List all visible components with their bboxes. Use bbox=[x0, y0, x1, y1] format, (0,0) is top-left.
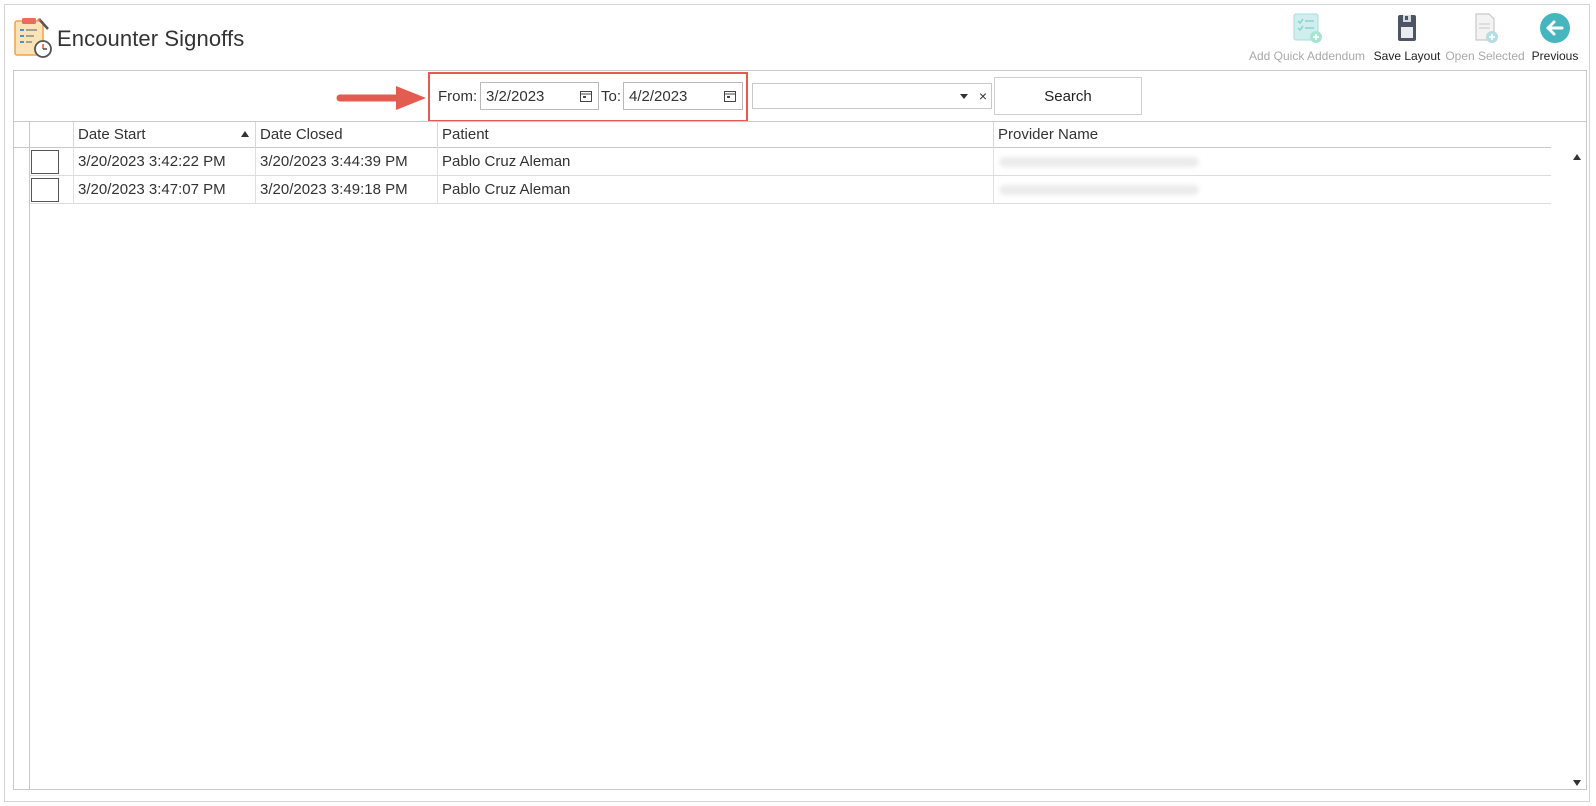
chevron-down-icon[interactable] bbox=[959, 91, 969, 101]
column-header-patient[interactable]: Patient bbox=[438, 122, 994, 148]
column-header-label: Date Start bbox=[78, 126, 146, 143]
table-row[interactable]: 3/20/2023 3:42:22 PM 3/20/2023 3:44:39 P… bbox=[30, 148, 1551, 176]
redacted-provider-name bbox=[999, 185, 1199, 195]
filter-bar: From: 3/2/2023 To: 4/2/2023 × Search bbox=[14, 71, 1586, 122]
provider-filter-combo[interactable]: × bbox=[752, 83, 992, 109]
from-label: From: bbox=[438, 88, 478, 105]
date-closed-cell: 3/20/2023 3:44:39 PM bbox=[256, 148, 438, 175]
previous-button[interactable]: Previous bbox=[1527, 11, 1583, 67]
previous-label: Previous bbox=[1531, 49, 1579, 63]
vertical-scrollbar[interactable] bbox=[1568, 148, 1586, 790]
app-window: Encounter Signoffs Add Quick Addendum Sa… bbox=[4, 4, 1590, 802]
annotation-arrow-icon bbox=[336, 86, 426, 110]
provider-name-cell bbox=[994, 148, 1551, 175]
checklist-add-icon bbox=[1290, 11, 1324, 45]
column-header-date-closed[interactable]: Date Closed bbox=[256, 122, 438, 148]
signoffs-grid: Date Start Date Closed Patient Provider … bbox=[14, 121, 1586, 790]
select-cell bbox=[30, 176, 74, 203]
column-header-date-start[interactable]: Date Start bbox=[74, 122, 256, 148]
select-column-header bbox=[30, 122, 74, 148]
column-header-label: Patient bbox=[442, 126, 489, 143]
to-label: To: bbox=[601, 88, 622, 105]
save-layout-button[interactable]: Save Layout bbox=[1371, 11, 1443, 67]
document-add-icon bbox=[1468, 11, 1502, 45]
column-header-provider-name[interactable]: Provider Name bbox=[994, 122, 1551, 148]
patient-cell: Pablo Cruz Aleman bbox=[438, 148, 994, 175]
main-panel: From: 3/2/2023 To: 4/2/2023 × Search Dat… bbox=[13, 70, 1587, 790]
row-checkbox[interactable] bbox=[31, 178, 59, 202]
date-start-cell: 3/20/2023 3:42:22 PM bbox=[74, 148, 256, 175]
calendar-icon[interactable] bbox=[577, 87, 595, 105]
patient-cell: Pablo Cruz Aleman bbox=[438, 176, 994, 203]
add-quick-addendum-label: Add Quick Addendum bbox=[1248, 49, 1366, 63]
toolbar: Add Quick Addendum Save Layout Open Sele… bbox=[1243, 11, 1583, 67]
row-indicator-column bbox=[14, 122, 30, 790]
scroll-down-icon[interactable] bbox=[1573, 780, 1581, 786]
from-date-value: 3/2/2023 bbox=[486, 87, 545, 105]
save-layout-label: Save Layout bbox=[1373, 49, 1441, 63]
floppy-disk-icon bbox=[1390, 11, 1424, 45]
from-date-input[interactable]: 3/2/2023 bbox=[480, 82, 599, 110]
clipboard-clock-icon bbox=[14, 18, 52, 58]
open-selected-button[interactable]: Open Selected bbox=[1443, 11, 1527, 67]
select-cell bbox=[30, 148, 74, 175]
grid-header: Date Start Date Closed Patient Provider … bbox=[14, 122, 1551, 148]
open-selected-label: Open Selected bbox=[1445, 49, 1525, 63]
date-start-cell: 3/20/2023 3:47:07 PM bbox=[74, 176, 256, 203]
to-date-value: 4/2/2023 bbox=[629, 87, 688, 105]
row-checkbox[interactable] bbox=[31, 150, 59, 174]
table-row[interactable]: 3/20/2023 3:47:07 PM 3/20/2023 3:49:18 P… bbox=[30, 176, 1551, 204]
clear-icon[interactable]: × bbox=[979, 87, 987, 105]
scroll-up-icon[interactable] bbox=[1573, 154, 1581, 160]
page-title: Encounter Signoffs bbox=[57, 26, 245, 51]
date-closed-cell: 3/20/2023 3:49:18 PM bbox=[256, 176, 438, 203]
to-date-input[interactable]: 4/2/2023 bbox=[623, 82, 743, 110]
calendar-icon[interactable] bbox=[721, 87, 739, 105]
column-header-label: Date Closed bbox=[260, 126, 343, 143]
arrow-left-circle-icon bbox=[1538, 11, 1572, 45]
sort-ascending-icon bbox=[241, 131, 249, 137]
search-button[interactable]: Search bbox=[994, 77, 1142, 115]
provider-name-cell bbox=[994, 176, 1551, 203]
redacted-provider-name bbox=[999, 157, 1199, 167]
add-quick-addendum-button[interactable]: Add Quick Addendum bbox=[1243, 11, 1371, 67]
column-header-label: Provider Name bbox=[998, 126, 1099, 143]
